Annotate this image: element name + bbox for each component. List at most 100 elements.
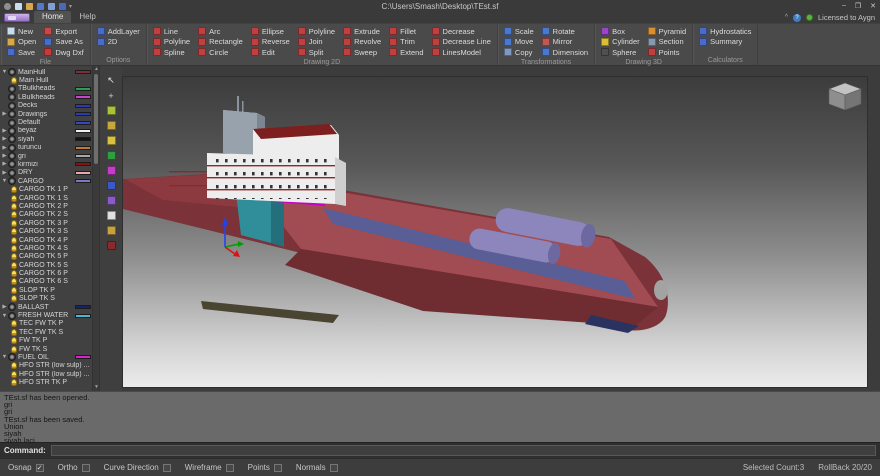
save-all-icon[interactable] [48,3,55,10]
tree-item-fuel-oil[interactable]: ▼FUEL OIL [1,353,91,361]
expand-arrow-icon[interactable]: ▶ [1,136,8,142]
ribbon-button-decrease[interactable]: Decrease [429,26,494,37]
layer-color-swatch[interactable] [75,162,91,166]
bulb-icon[interactable] [11,346,17,353]
visibility-eye-icon[interactable] [8,102,16,110]
bulb-icon[interactable] [11,237,17,244]
tree-subitem-cargo-tk-6-p[interactable]: CARGO TK 6 P [1,269,91,277]
tree-subitem-cargo-tk-5-s[interactable]: CARGO TK 5 S [1,261,91,269]
layer-color-swatch[interactable] [75,70,91,74]
tree-item-drawings[interactable]: ▶Drawings [1,110,91,118]
bulb-icon[interactable] [11,203,17,210]
collapse-arrow-icon[interactable]: ▼ [1,354,8,360]
tab-help[interactable]: Help [71,11,103,23]
tree-item-tbulkheads[interactable]: TBulkheads [1,85,91,93]
tool-gold-icon[interactable] [104,224,118,237]
ribbon-button-split[interactable]: Split [295,47,338,58]
tree-item-decks[interactable]: Decks [1,102,91,110]
tree-subitem-cargo-tk-5-p[interactable]: CARGO TK 5 P [1,253,91,261]
tab-home[interactable]: Home [34,11,71,23]
tree-subitem-cargo-tk-3-p[interactable]: CARGO TK 3 P [1,219,91,227]
tree-subitem-tec-fw-tk-s[interactable]: TEC FW TK S [1,328,91,336]
bulb-icon[interactable] [11,228,17,235]
layer-tool-1-icon[interactable] [104,104,118,117]
layer-color-swatch[interactable] [75,179,91,183]
color-white-icon[interactable] [104,209,118,222]
layer-color-swatch[interactable] [75,137,91,141]
expand-arrow-icon[interactable]: ▶ [1,304,8,310]
tree-item-default[interactable]: Default [1,118,91,126]
tree-item-fresh-water[interactable]: ▼FRESH WATER [1,311,91,319]
bulb-icon[interactable] [11,329,17,336]
visibility-eye-icon[interactable] [8,160,16,168]
visibility-eye-icon[interactable] [8,177,16,185]
bulb-icon[interactable] [11,262,17,269]
layer-color-swatch[interactable] [75,129,91,133]
tree-item-lbulkheads[interactable]: LBulkheads [1,93,91,101]
tree-item-mainhull[interactable]: ▼MainHull [1,68,91,76]
collapse-arrow-icon[interactable]: ▼ [1,69,8,75]
checkbox-icon[interactable] [274,464,282,472]
tree-subitem-cargo-tk-1-s[interactable]: CARGO TK 1 S [1,194,91,202]
app-logo-icon[interactable] [4,3,11,10]
bulb-icon[interactable] [11,278,17,285]
expand-arrow-icon[interactable]: ▶ [1,111,8,117]
app-menu-button[interactable] [4,13,30,22]
color-magenta-icon[interactable] [104,164,118,177]
tree-subitem-hfo-str-low-sulp[interactable]: HFO STR (low sulp) ... [1,362,91,370]
collapse-arrow-icon[interactable]: ▼ [1,178,8,184]
ribbon-button-polyline[interactable]: Polyline [295,26,338,37]
expand-arrow-icon[interactable]: ▶ [1,153,8,159]
tree-subitem-cargo-tk-6-s[interactable]: CARGO TK 6 S [1,278,91,286]
ribbon-button-new[interactable]: New [4,26,39,37]
ribbon-button-open[interactable]: Open [4,37,39,48]
bulb-icon[interactable] [11,77,17,84]
ribbon-collapse-icon[interactable]: ^ [785,14,788,21]
help-icon[interactable]: ? [793,14,801,22]
print-icon[interactable] [59,3,66,10]
visibility-eye-icon[interactable] [8,169,16,177]
color-darkred-icon[interactable] [104,239,118,252]
tree-item-gri[interactable]: ▶gri [1,152,91,160]
command-input[interactable] [51,445,876,456]
toggle-osnap[interactable]: Osnap✓ [8,463,44,472]
checkbox-checked-icon[interactable]: ✓ [36,464,44,472]
ribbon-button-extend[interactable]: Extend [386,47,426,58]
select-pointer-icon[interactable]: ↖ [104,74,118,87]
ribbon-button-line[interactable]: Line [150,26,193,37]
ribbon-button-edit[interactable]: Edit [248,47,293,58]
visibility-eye-icon[interactable] [8,119,16,127]
visibility-eye-icon[interactable] [8,152,16,160]
tree-subitem-cargo-tk-3-s[interactable]: CARGO TK 3 S [1,227,91,235]
bulb-icon[interactable] [11,186,17,193]
ribbon-button-dwg-dxf[interactable]: Dwg Dxf [41,47,86,58]
bulb-icon[interactable] [11,211,17,218]
visibility-eye-icon[interactable] [8,93,16,101]
new-file-icon[interactable] [15,3,22,10]
tree-subitem-cargo-tk-4-s[interactable]: CARGO TK 4 S [1,244,91,252]
ribbon-button-save[interactable]: Save [4,47,39,58]
visibility-eye-icon[interactable] [8,353,16,361]
tree-subitem-cargo-tk-2-p[interactable]: CARGO TK 2 P [1,202,91,210]
layer-color-swatch[interactable] [75,112,91,116]
expand-arrow-icon[interactable]: ▶ [1,128,8,134]
toggle-ortho[interactable]: Ortho [58,463,90,472]
ribbon-button-box[interactable]: Box [598,26,643,37]
toggle-points[interactable]: Points [248,463,282,472]
tree-item-siyah[interactable]: ▶siyah [1,135,91,143]
collapse-arrow-icon[interactable]: ▼ [1,313,8,319]
tree-item-ballast[interactable]: ▶BALLAST [1,303,91,311]
visibility-eye-icon[interactable] [8,135,16,143]
bulb-icon[interactable] [11,270,17,277]
visibility-eye-icon[interactable] [8,312,16,320]
ribbon-button-sphere[interactable]: Sphere [598,47,643,58]
scroll-thumb[interactable] [94,74,98,164]
bulb-icon[interactable] [11,320,17,327]
ribbon-button-polyline[interactable]: Polyline [150,37,193,48]
open-folder-icon[interactable] [26,3,33,10]
checkbox-icon[interactable] [330,464,338,472]
ribbon-button-points[interactable]: Points [645,47,690,58]
ribbon-button-dimension[interactable]: Dimension [539,47,591,58]
maximize-button[interactable]: ❐ [855,2,861,10]
ribbon-button-rotate[interactable]: Rotate [539,26,591,37]
